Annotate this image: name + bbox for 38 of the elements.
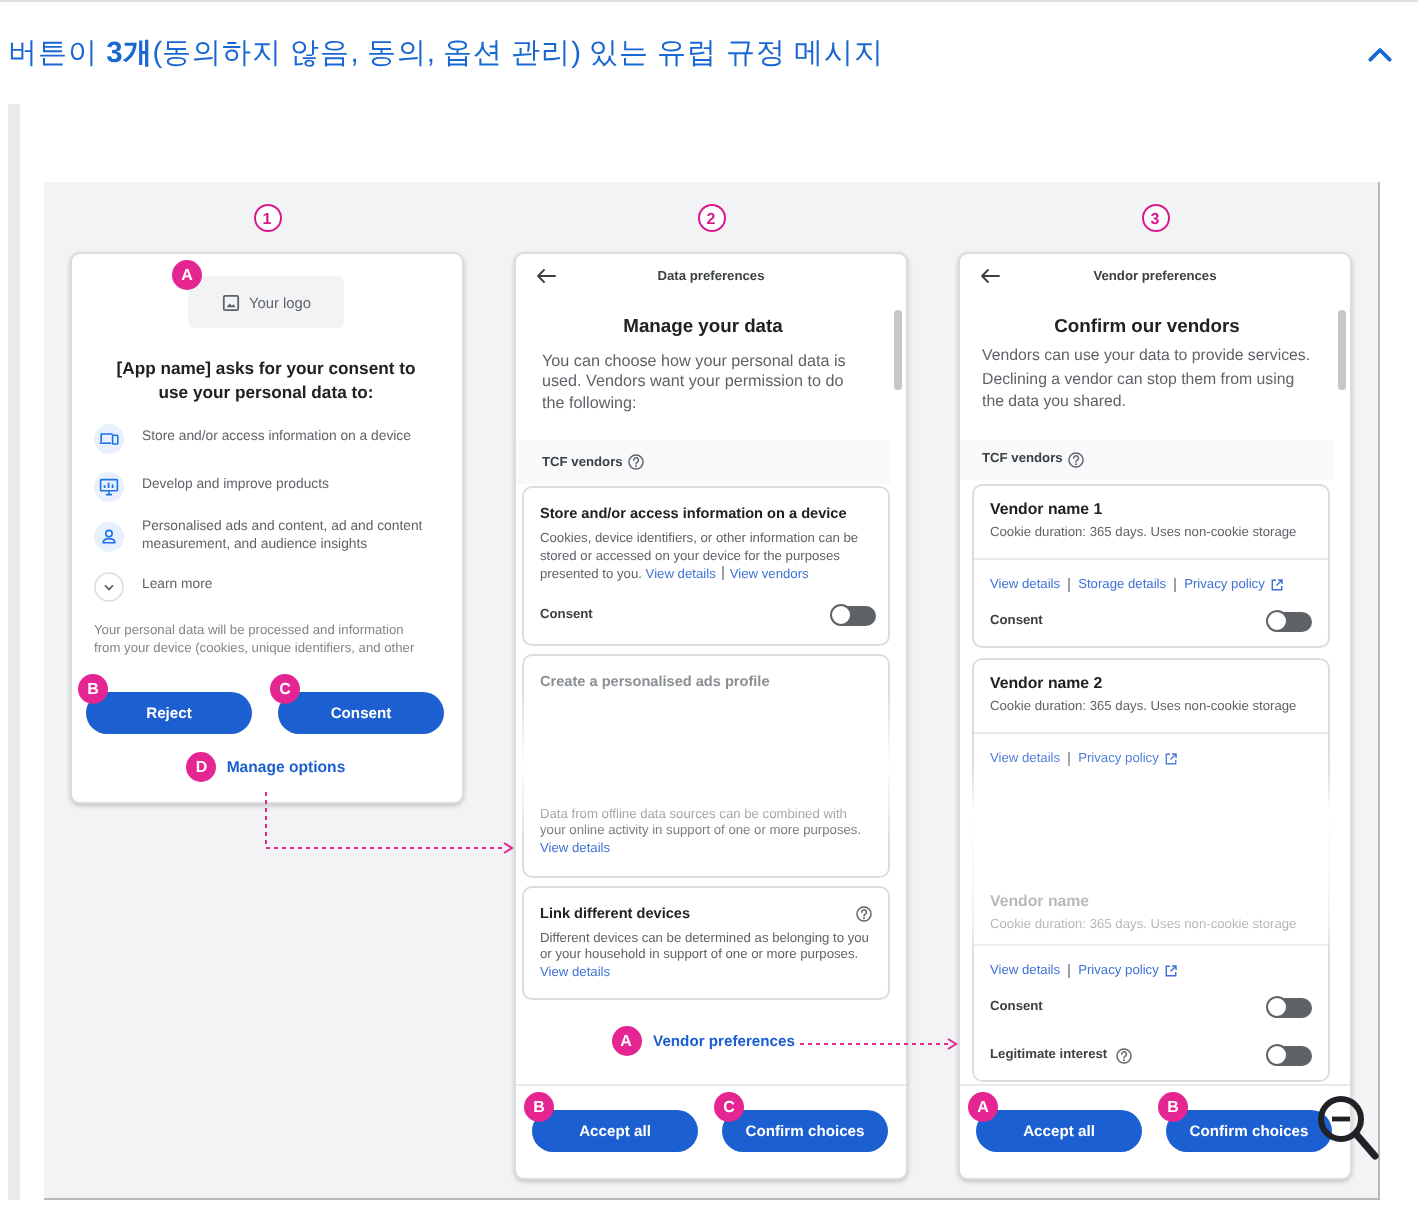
- image-icon: [221, 293, 240, 311]
- dialog-heading: Manage your data: [621, 314, 785, 338]
- toggle-switch[interactable]: [832, 605, 876, 626]
- callout-marker: A: [172, 260, 202, 290]
- chevron-up-icon[interactable]: [1368, 45, 1392, 61]
- callout-marker: C: [270, 674, 300, 705]
- section-title: 버튼이 3개(동의하지 않음, 동의, 옵션 관리) 있는 유럽 규정 메시지: [8, 35, 884, 73]
- consent-heading: [App name] asks for your consent to use your personal data to:: [114, 356, 418, 404]
- devices-icon: [94, 424, 124, 454]
- step-marker: 2: [697, 204, 725, 232]
- toggle-switch[interactable]: [1268, 997, 1312, 1018]
- callout-marker: B: [78, 674, 108, 705]
- external-link-icon[interactable]: [1164, 751, 1179, 766]
- callout-marker: B: [1158, 1092, 1188, 1122]
- step-marker: 1: [253, 204, 281, 232]
- callout-marker: B: [524, 1092, 554, 1122]
- person-icon: [94, 522, 124, 553]
- step-marker: 3: [1141, 204, 1169, 232]
- scrollbar-thumb[interactable]: [1338, 310, 1346, 390]
- dialog-heading: Confirm our vendors: [1052, 314, 1242, 338]
- help-icon[interactable]: [1115, 1047, 1132, 1064]
- callout-marker: A: [611, 1025, 642, 1056]
- help-icon[interactable]: [856, 905, 872, 922]
- intro-text: You can choose how your personal data is used. Vendors want your permission to do the following:: [540, 351, 848, 414]
- callout-marker: C: [714, 1092, 744, 1122]
- help-icon[interactable]: [628, 454, 645, 470]
- help-icon[interactable]: [1068, 451, 1085, 467]
- monitor-chart-icon: [94, 472, 124, 502]
- scrollbar-thumb[interactable]: [894, 310, 902, 390]
- external-link-icon[interactable]: [1164, 963, 1179, 978]
- external-link-icon[interactable]: [1270, 577, 1285, 592]
- callout-marker: D: [186, 751, 217, 782]
- callout-marker: A: [968, 1092, 998, 1122]
- magnifier-minus-icon[interactable]: [1316, 1094, 1380, 1162]
- toggle-switch[interactable]: [1268, 1045, 1312, 1066]
- toggle-switch[interactable]: [1268, 611, 1312, 632]
- back-arrow-icon[interactable]: [536, 268, 556, 284]
- back-arrow-icon[interactable]: [980, 268, 1000, 284]
